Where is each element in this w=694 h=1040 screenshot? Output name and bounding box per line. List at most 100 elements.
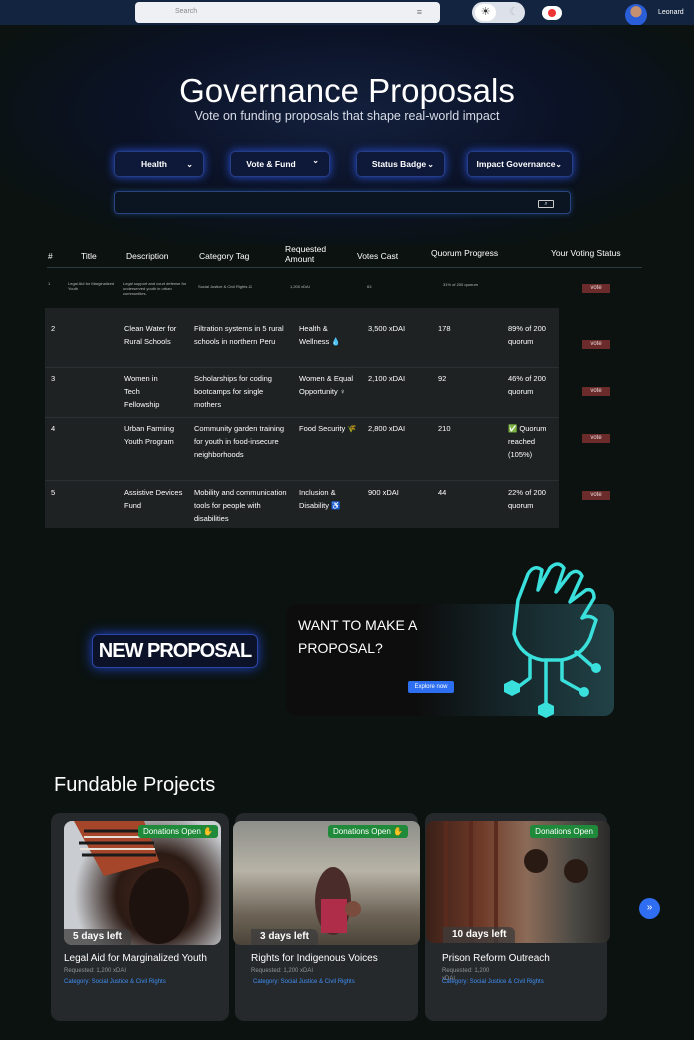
col-header-title: Title (81, 251, 97, 261)
col-header-quorum: Quorum Progress (431, 248, 499, 258)
row-amount: 2,100 xDAI (368, 374, 406, 383)
row-category: Social Justice & Civil Rights ⚖ (198, 284, 253, 289)
donations-open-badge: Donations Open (530, 825, 598, 838)
chevron-down-icon: ⌄ (555, 160, 562, 169)
next-arrow-button[interactable]: » (639, 898, 660, 919)
notification-dot (548, 9, 556, 17)
prison-bars (444, 821, 588, 943)
search-placeholder: Search (175, 8, 198, 15)
row-amount: 1,200 xDAI (290, 284, 310, 289)
donations-open-badge: Donations Open ✋ (138, 825, 218, 838)
proposal-search-input[interactable]: ⌕ (114, 191, 571, 214)
project-category[interactable]: Category: Social Justice & Civil Rights (64, 978, 182, 987)
row-votes: 63 (367, 284, 372, 289)
filter-icon[interactable]: ≡ (417, 7, 422, 17)
project-card[interactable]: Donations Open ✋ 5 days left Legal Aid f… (51, 813, 229, 1021)
row-category: Food Security 🌾 (299, 424, 357, 433)
search-icon[interactable]: ⌕ (538, 200, 554, 208)
headwrap-pattern (74, 821, 189, 944)
row-description: Filtration systems in 5 rural schools in… (194, 324, 284, 346)
row-description: Scholarships for coding bootcamps for si… (194, 374, 272, 409)
chevron-down-icon: ⌄ (312, 156, 319, 165)
days-left-label: 5 days left (64, 929, 131, 945)
dropdown-label: Health (141, 159, 167, 169)
days-left-label: 10 days left (443, 927, 516, 943)
row-divider (45, 367, 559, 368)
top-bar: Search ≡ ☀ ☾ Leonard (0, 0, 694, 26)
new-proposal-button[interactable]: NEW PROPOSAL (92, 634, 258, 668)
row-quorum: 46% of 200 quorum (508, 374, 546, 396)
project-category[interactable]: Category: Social Justice & Civil Rights (442, 978, 560, 987)
col-header-status: Your Voting Status (551, 248, 621, 258)
project-card[interactable]: Donations Open ✋ 3 days left Rights for … (233, 813, 420, 1021)
scene-figures (315, 867, 361, 935)
project-category[interactable]: Category: Social Justice & Civil Rights (253, 978, 371, 987)
filter-impact-governance-dropdown[interactable]: Impact Governance ⌄ (467, 151, 573, 177)
col-header-description: Description (126, 251, 169, 261)
project-image: Donations Open 10 days left (426, 821, 610, 943)
row-amount: 3,500 xDAI (368, 324, 406, 333)
filter-status-badge-dropdown[interactable]: Status Badge ⌄ (356, 151, 445, 177)
filter-health-dropdown[interactable]: Health ⌄ (114, 151, 204, 177)
col-header-amount: Requested Amount (285, 244, 327, 264)
row-divider (45, 480, 559, 481)
project-card[interactable]: Donations Open 10 days left Prison Refor… (425, 813, 610, 1021)
row-title: Legal Aid for Marginalized Youth (68, 281, 115, 291)
col-header-num: # (48, 251, 53, 261)
row-amount: 900 xDAI (368, 488, 399, 497)
row-quorum: 22% of 200 quorum (508, 488, 546, 510)
notification-icon[interactable] (542, 6, 562, 20)
project-name: Prison Reform Outreach (442, 953, 550, 964)
user-name[interactable]: Leonard (658, 9, 684, 16)
row-description: Legal support and court defense for unde… (123, 281, 187, 296)
vote-button[interactable]: vote (582, 340, 610, 349)
dropdown-label: Impact Governance (476, 159, 556, 169)
project-image: Donations Open ✋ 5 days left (64, 821, 221, 945)
project-image: Donations Open ✋ 3 days left (233, 821, 420, 945)
vote-button[interactable]: vote (582, 284, 610, 293)
filter-vote-fund-dropdown[interactable]: Vote & Fund ⌄ (230, 151, 330, 177)
project-requested: Requested: 1,200 (442, 968, 490, 974)
row-title: Women in Tech Fellowship (124, 374, 160, 409)
col-header-category: Category Tag (199, 251, 250, 261)
row-quorum: 31% of 200 quorum (443, 282, 478, 287)
search-input[interactable]: Search ≡ (135, 2, 440, 23)
chevron-down-icon: ⌄ (186, 160, 193, 169)
row-category: Inclusion & Disability ♿ (299, 488, 341, 510)
row-num: 5 (51, 488, 56, 497)
row-amount: 2,800 xDAI (368, 424, 406, 433)
vote-button[interactable]: vote (582, 387, 610, 396)
sun-icon[interactable]: ☀ (475, 4, 496, 21)
row-num: 2 (51, 324, 56, 333)
page-title: Governance Proposals (179, 72, 515, 109)
col-header-votes: Votes Cast (357, 251, 399, 261)
raised-fist-circuit-icon (504, 562, 601, 718)
header-divider (47, 267, 642, 268)
vote-button[interactable]: vote (582, 434, 610, 443)
chevron-down-icon: ⌄ (427, 160, 434, 169)
row-num: 4 (51, 424, 56, 433)
theme-toggle[interactable]: ☀ ☾ (472, 2, 525, 23)
moon-icon[interactable]: ☾ (509, 4, 519, 21)
project-requested: Requested: 1,200 xDAI (251, 968, 314, 974)
donations-open-badge: Donations Open ✋ (328, 825, 408, 838)
row-votes: 210 (438, 424, 451, 433)
project-name: Rights for Indigenous Voices (251, 953, 378, 964)
row-num: 3 (51, 374, 56, 383)
row-category: Women & Equal Opportunity ♀ (299, 374, 354, 396)
explore-now-button[interactable]: Explore now (408, 681, 454, 693)
row-category: Health & Wellness 💧 (299, 324, 341, 346)
dropdown-label: Vote & Fund (246, 159, 296, 169)
avatar[interactable] (625, 4, 647, 26)
row-num: 1 (48, 281, 51, 286)
page-subtitle: Vote on funding proposals that shape rea… (194, 109, 500, 123)
vote-button[interactable]: vote (582, 491, 610, 500)
promo-text: WANT TO MAKE A PROPOSAL? (298, 617, 417, 656)
project-requested: Requested: 1,200 xDAI (64, 968, 127, 974)
row-title: Clean Water for Rural Schools (124, 324, 177, 346)
row-description: Mobility and communication tools for peo… (194, 488, 287, 523)
row-votes: 92 (438, 374, 447, 383)
row-votes: 178 (438, 324, 451, 333)
row-divider (45, 417, 559, 418)
row-quorum: ✅ Quorum reached (105%) (508, 424, 547, 459)
